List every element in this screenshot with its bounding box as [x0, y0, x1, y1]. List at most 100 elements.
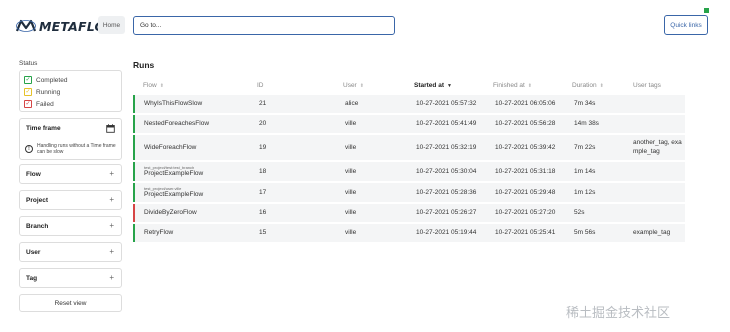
cell-id: 17 — [259, 189, 267, 196]
flow-name[interactable]: WideForeachFlow — [144, 144, 196, 151]
cell-started: 10-27-2021 05:57:32 — [416, 100, 477, 107]
column-label: Flow — [143, 82, 157, 89]
filter-project[interactable]: Project + — [19, 190, 122, 210]
column-header-duration[interactable]: Duration ⬍ — [572, 82, 604, 89]
calendar-icon[interactable] — [106, 124, 115, 133]
flow-name[interactable]: NestedForeachesFlow — [144, 120, 209, 127]
column-header-user[interactable]: User ⬍ — [343, 82, 364, 89]
cell-id: 19 — [259, 144, 267, 151]
cell-duration: 7m 34s — [574, 100, 596, 107]
column-label: User — [343, 82, 357, 89]
plus-icon[interactable]: + — [109, 247, 114, 256]
checkbox-checked-icon[interactable]: ✓ — [24, 88, 32, 96]
table-row[interactable]: test_project/test:test_branch ProjectExam… — [133, 162, 685, 181]
flow-name[interactable]: WhyIsThisFlowSlow — [144, 100, 202, 107]
checkbox-checked-icon[interactable]: ✓ — [24, 100, 32, 108]
table-row[interactable]: NestedForeachesFlow 20 ville 10-27-2021 05:… — [133, 115, 685, 133]
cell-duration: 7m 22s — [574, 144, 596, 151]
sort-icon: ⬍ — [359, 82, 364, 89]
status-label: Running — [36, 88, 61, 96]
watermark: 稀土掘金技术社区 — [566, 306, 671, 321]
table-row[interactable]: DivideByZeroFlow 16 ville 10-27-2021 05:26:… — [133, 204, 685, 222]
column-header-flow[interactable]: Flow ⬍ — [143, 82, 164, 89]
cell-finished: 10-27-2021 05:29:48 — [495, 189, 556, 196]
flow-name[interactable]: DivideByZeroFlow — [144, 209, 197, 216]
column-label: Duration — [572, 82, 597, 89]
status-failed-option[interactable]: ✓ Failed — [24, 100, 54, 108]
filter-label: Project — [26, 197, 49, 204]
sort-icon: ⬍ — [159, 82, 164, 89]
cell-started: 10-27-2021 05:30:04 — [416, 168, 477, 175]
table-row[interactable]: test_project/user.ville ProjectExampleFlo… — [133, 183, 685, 202]
cell-started: 10-27-2021 05:26:27 — [416, 209, 477, 216]
cell-finished: 10-27-2021 06:05:06 — [495, 100, 556, 107]
plus-icon[interactable]: + — [109, 273, 114, 282]
cell-user: ville — [345, 189, 357, 196]
cell-user-tags: another_tag, example_tag — [633, 139, 682, 155]
cell-duration: 1m 14s — [574, 168, 596, 175]
filter-label: Flow — [26, 171, 41, 178]
plus-icon[interactable]: + — [109, 221, 114, 230]
cell-started: 10-27-2021 05:32:19 — [416, 144, 477, 151]
home-button[interactable]: Home — [98, 16, 125, 34]
column-header-user-tags: User tags — [633, 82, 661, 89]
app-header: METAFLOW Home Go to... Quick links — [0, 0, 730, 54]
column-header-finished-at[interactable]: Finished at ⬍ — [493, 82, 532, 89]
page-title: Runs — [133, 60, 155, 70]
plus-icon[interactable]: + — [109, 169, 114, 178]
cell-id: 20 — [259, 120, 267, 127]
cell-finished: 10-27-2021 05:31:18 — [495, 168, 556, 175]
table-row[interactable]: WideForeachFlow 19 ville 10-27-2021 05:32:1… — [133, 135, 685, 160]
table-row[interactable]: WhyIsThisFlowSlow 21 alice 10-27-2021 05:57… — [133, 95, 685, 113]
flow-name[interactable]: ProjectExampleFlow — [144, 170, 203, 177]
cell-user: ville — [345, 209, 357, 216]
cell-finished: 10-27-2021 05:27:20 — [495, 209, 556, 216]
status-running-option[interactable]: ✓ Running — [24, 88, 60, 96]
timeframe-warning: Handling runs without a Time frame can b… — [37, 143, 116, 155]
table-row[interactable]: RetryFlow 15 ville 10-27-2021 05:19:44 10-27… — [133, 224, 685, 242]
warning-icon: ! — [25, 145, 33, 153]
filter-label: Branch — [26, 223, 49, 230]
plus-icon[interactable]: + — [109, 195, 114, 204]
cell-duration: 52s — [574, 209, 585, 216]
cell-started: 10-27-2021 05:19:44 — [416, 229, 477, 236]
cell-user: ville — [345, 229, 357, 236]
quick-links-button[interactable]: Quick links — [664, 15, 708, 35]
filter-tag[interactable]: Tag + — [19, 268, 122, 288]
reset-view-button[interactable]: Reset view — [19, 294, 122, 312]
column-label: Started at — [414, 82, 444, 89]
filter-label: Tag — [26, 275, 38, 282]
cell-id: 18 — [259, 168, 267, 175]
checkbox-checked-icon[interactable]: ✓ — [24, 76, 32, 84]
column-header-started-at[interactable]: Started at ▼ — [414, 82, 452, 89]
sort-icon: ⬍ — [599, 82, 604, 89]
column-label: ID — [257, 82, 264, 89]
status-label: Failed — [36, 100, 54, 108]
timeframe-filter[interactable]: Time frame ! Handling runs without a Tim… — [19, 118, 122, 160]
search-input[interactable]: Go to... — [133, 16, 395, 35]
status-filter-title: Status — [19, 60, 38, 67]
filter-user[interactable]: User + — [19, 242, 122, 262]
column-label: User tags — [633, 82, 661, 89]
cell-finished: 10-27-2021 05:39:42 — [495, 144, 556, 151]
cell-started: 10-27-2021 05:28:36 — [416, 189, 477, 196]
cell-duration: 5m 56s — [574, 229, 596, 236]
status-completed-option[interactable]: ✓ Completed — [24, 76, 67, 84]
sort-icon: ⬍ — [527, 82, 532, 89]
connection-status-indicator — [704, 8, 709, 13]
filter-branch[interactable]: Branch + — [19, 216, 122, 236]
metaflow-logo-icon — [16, 19, 36, 32]
cell-finished: 10-27-2021 05:56:28 — [495, 120, 556, 127]
cell-user: ville — [345, 144, 357, 151]
column-label: Finished at — [493, 82, 525, 89]
cell-user: ville — [345, 168, 357, 175]
cell-user: alice — [345, 100, 359, 107]
cell-id: 15 — [259, 229, 267, 236]
filter-flow[interactable]: Flow + — [19, 164, 122, 184]
column-header-id[interactable]: ID — [257, 82, 264, 89]
cell-user-tags: example_tag — [633, 229, 671, 236]
cell-duration: 1m 12s — [574, 189, 596, 196]
status-label: Completed — [36, 76, 68, 84]
flow-name[interactable]: ProjectExampleFlow — [144, 191, 203, 198]
flow-name[interactable]: RetryFlow — [144, 229, 173, 236]
